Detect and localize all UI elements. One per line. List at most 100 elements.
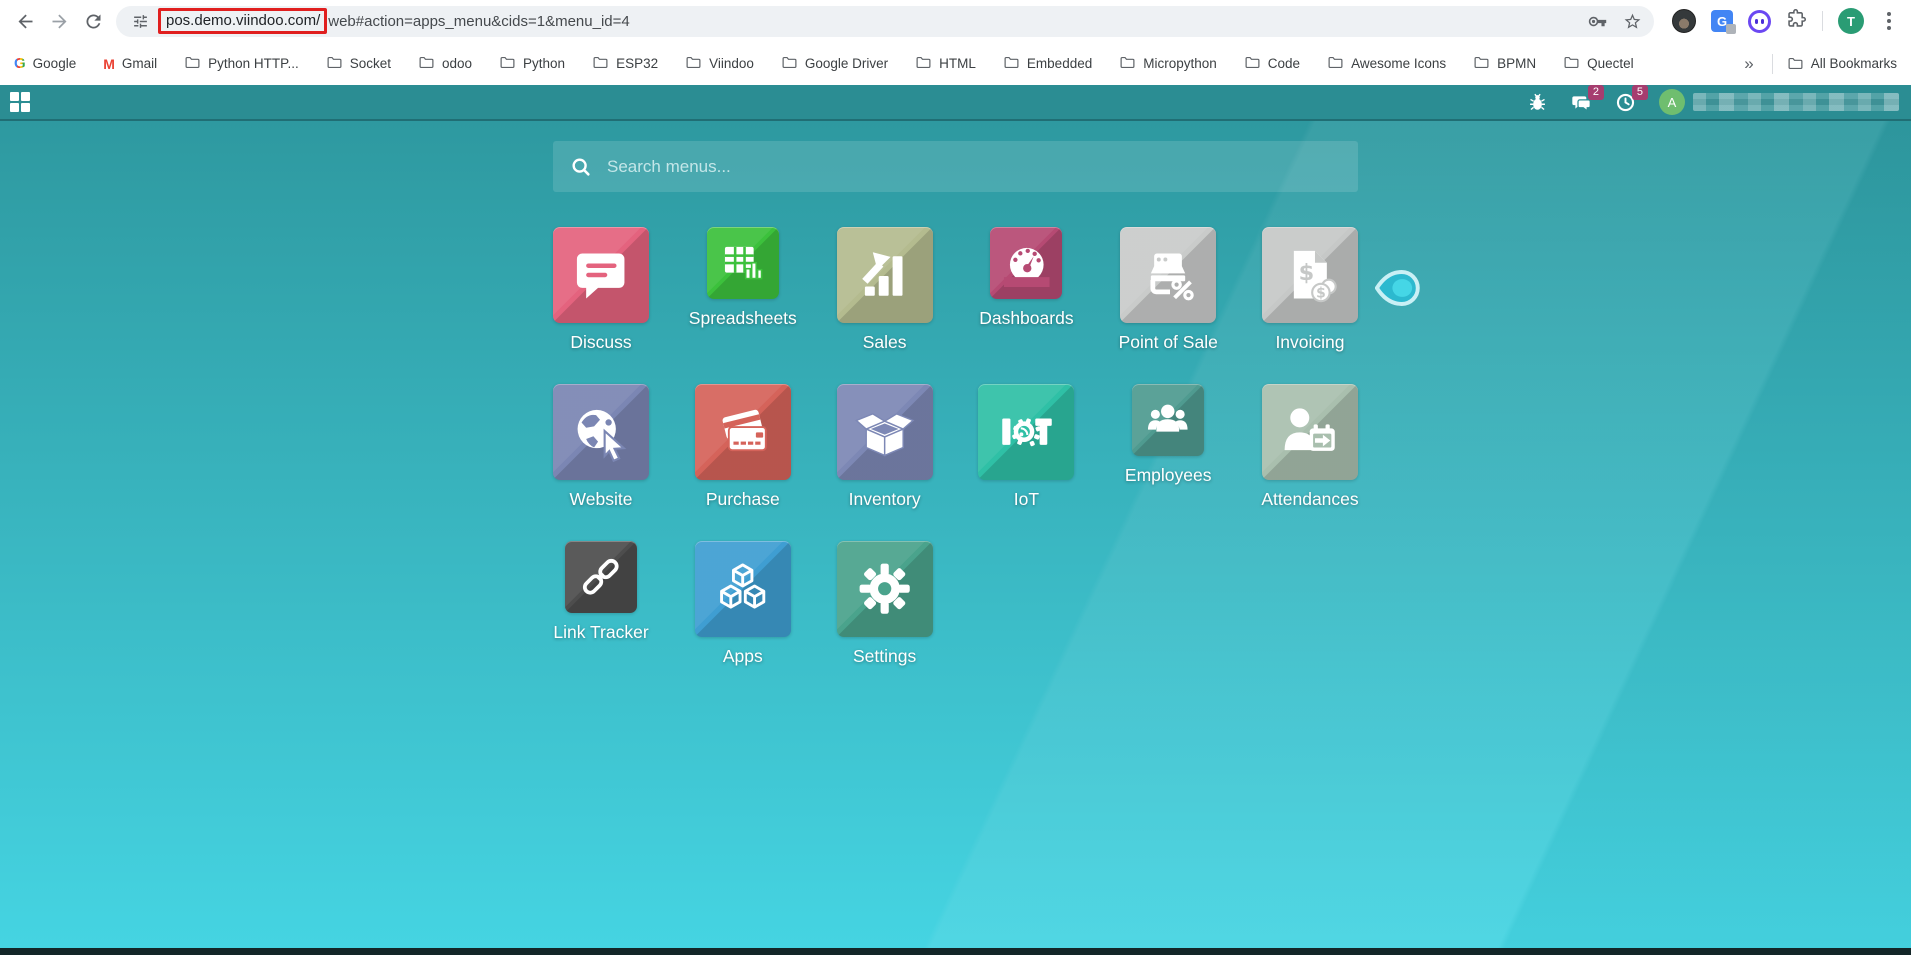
bookmark-label: ESP32: [616, 56, 658, 71]
app-label: Spreadsheets: [689, 308, 797, 329]
app-label: Settings: [853, 646, 916, 667]
monkey-extension-icon[interactable]: [1672, 9, 1696, 33]
bookmark-item[interactable]: Python: [499, 54, 565, 74]
app-tile-inventory[interactable]: [837, 384, 933, 480]
user-name-redacted: [1693, 93, 1899, 111]
bookmark-label: BPMN: [1497, 56, 1536, 71]
bookmark-label: Gmail: [122, 56, 157, 71]
bookmark-item[interactable]: Micropython: [1119, 54, 1217, 74]
bookmark-item[interactable]: Quectel: [1563, 54, 1634, 74]
bookmark-item[interactable]: Awesome Icons: [1327, 54, 1446, 74]
folder-icon: [499, 54, 516, 71]
user-menu[interactable]: A: [1659, 89, 1899, 115]
remote-cursor-icon: [1375, 268, 1422, 313]
cubes-icon: [711, 557, 774, 620]
bottom-edge-bar: [0, 948, 1911, 955]
app-tile-invoicing[interactable]: $$: [1262, 227, 1358, 323]
folder-icon: [781, 54, 798, 74]
bookmark-item[interactable]: HTML: [915, 54, 976, 74]
bookmark-item[interactable]: Google Driver: [781, 54, 888, 74]
app-header: 2 5 A: [0, 85, 1911, 121]
app-tile-employees[interactable]: [1132, 384, 1204, 456]
app-label: Attendances: [1261, 489, 1358, 510]
extensions-puzzle-icon[interactable]: [1786, 8, 1807, 34]
gauge-icon: [1003, 239, 1051, 287]
invoice-document-icon: $$: [1278, 243, 1341, 306]
bookmark-item[interactable]: G Google: [14, 55, 76, 72]
app-tile-discuss[interactable]: [553, 227, 649, 323]
app-tile-iot[interactable]: [978, 384, 1074, 480]
app-tile-spreadsheets[interactable]: [707, 227, 779, 299]
app-label: Discuss: [570, 332, 631, 353]
search-input[interactable]: [607, 157, 1341, 177]
app-label: Link Tracker: [553, 622, 648, 643]
iot-icon: [995, 400, 1058, 463]
site-settings-icon[interactable]: [128, 9, 152, 33]
app-tile-website[interactable]: [553, 384, 649, 480]
forward-icon[interactable]: [42, 4, 76, 38]
bookmark-label: Python HTTP...: [208, 56, 299, 71]
search-box[interactable]: [553, 141, 1358, 192]
apps-menu-grid-icon[interactable]: [10, 92, 30, 112]
svg-text:$: $: [1316, 286, 1326, 302]
app-row: Website Purchase Inventory IoT Employees…: [553, 384, 1358, 510]
bookmark-star-icon[interactable]: [1623, 12, 1642, 31]
bookmark-label: Python: [523, 56, 565, 71]
url-bar[interactable]: pos.demo.viindoo.com/ web#action=apps_me…: [116, 6, 1654, 37]
refresh-icon[interactable]: [76, 4, 110, 38]
activities-clock-icon[interactable]: 5: [1615, 92, 1636, 113]
back-icon[interactable]: [8, 4, 42, 38]
bookmark-item[interactable]: Socket: [326, 54, 391, 74]
messages-icon[interactable]: 2: [1571, 92, 1592, 113]
bookmark-item[interactable]: odoo: [418, 54, 472, 74]
browser-profile-avatar[interactable]: T: [1838, 8, 1864, 34]
folder-icon: [1473, 54, 1490, 74]
browser-toolbar: pos.demo.viindoo.com/ web#action=apps_me…: [0, 0, 1911, 42]
app-label: Employees: [1125, 465, 1212, 486]
google-favicon: G: [14, 55, 26, 72]
app-tile-settings[interactable]: [837, 541, 933, 637]
folder-icon: [915, 54, 932, 74]
password-key-icon[interactable]: [1588, 12, 1607, 31]
bookmark-item[interactable]: Viindoo: [685, 54, 754, 74]
app-tile-link-tracker[interactable]: [565, 541, 637, 613]
folder-icon: [1327, 54, 1344, 71]
bookmark-label: Socket: [350, 56, 391, 71]
url-path: web#action=apps_menu&cids=1&menu_id=4: [328, 13, 1578, 30]
ring-extension-icon[interactable]: [1748, 10, 1771, 33]
chat-bubble-icon: [569, 243, 632, 306]
bookmark-label: Google Driver: [805, 56, 888, 71]
pos-register-icon: [1137, 243, 1200, 306]
folder-icon: [1327, 54, 1344, 74]
bookmark-item[interactable]: Python HTTP...: [184, 54, 299, 74]
app-tile-dashboards[interactable]: [990, 227, 1062, 299]
bookmarks-overflow-chevron[interactable]: »: [1740, 54, 1757, 74]
all-bookmarks-button[interactable]: All Bookmarks: [1787, 55, 1897, 72]
app-tile-point-of-sale[interactable]: [1120, 227, 1216, 323]
app-cell: Website: [553, 384, 649, 510]
folder-icon: [326, 54, 343, 74]
app-label: Sales: [863, 332, 907, 353]
translate-extension-icon[interactable]: G: [1711, 10, 1733, 32]
app-label: Website: [570, 489, 633, 510]
spreadsheet-icon: [719, 239, 767, 287]
globe-cursor-icon: [569, 400, 632, 463]
bookmark-item[interactable]: ESP32: [592, 54, 658, 74]
app-tile-sales[interactable]: [837, 227, 933, 323]
bookmark-item[interactable]: M Gmail: [103, 56, 157, 72]
app-tile-apps[interactable]: [695, 541, 791, 637]
app-tile-purchase[interactable]: [695, 384, 791, 480]
bookmark-item[interactable]: Code: [1244, 54, 1300, 74]
app-cell: Attendances: [1262, 384, 1358, 510]
gmail-favicon: M: [103, 56, 115, 72]
browser-menu-kebab-icon[interactable]: [1879, 8, 1899, 34]
debug-bug-icon[interactable]: [1527, 92, 1548, 113]
app-cell: Point of Sale: [1120, 227, 1216, 353]
folder-icon: [1119, 54, 1136, 71]
search-icon: [570, 156, 592, 178]
attendance-calendar-icon: [1278, 400, 1341, 463]
bookmark-item[interactable]: BPMN: [1473, 54, 1536, 74]
svg-text:$: $: [1299, 260, 1315, 286]
bookmark-item[interactable]: Embedded: [1003, 54, 1092, 74]
app-tile-attendances[interactable]: [1262, 384, 1358, 480]
